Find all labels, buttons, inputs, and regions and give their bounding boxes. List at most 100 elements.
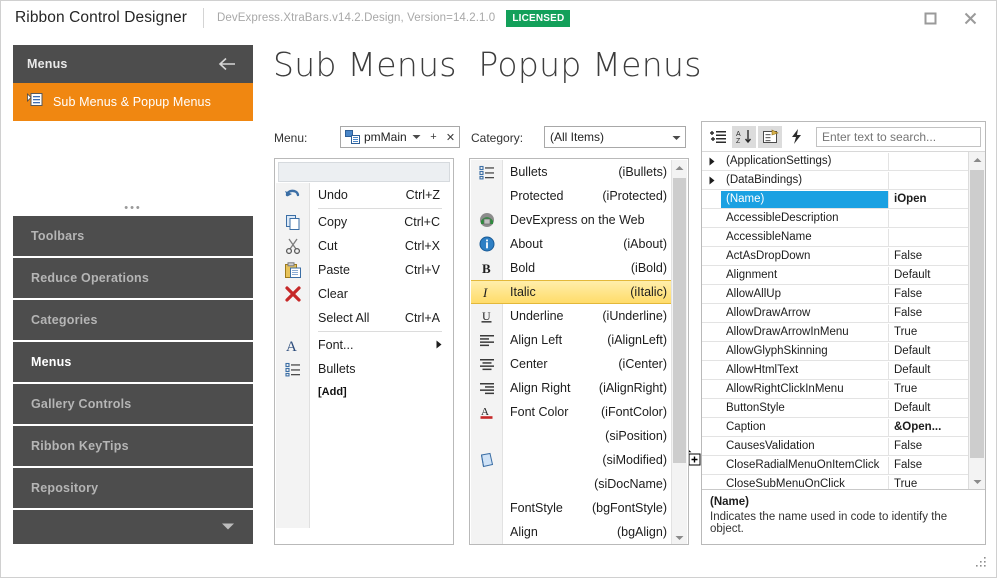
list-item[interactable]: Bullets (iBullets) [471, 160, 674, 184]
list-item[interactable]: About (iAbout) [471, 232, 674, 256]
scroll-up-icon[interactable] [672, 160, 687, 175]
property-value[interactable]: iOpen [889, 191, 969, 208]
property-value[interactable]: False [889, 438, 969, 455]
list-item[interactable]: U Underline (iUnderline) [471, 304, 674, 328]
table-row[interactable]: (ApplicationSettings) [702, 152, 969, 171]
sidebar-item-sub-menus-popup-menus[interactable]: Sub Menus & Popup Menus [13, 83, 253, 121]
menu-preview-panel[interactable]: Undo Ctrl+Z Copy Ctrl+C Cut Ctrl+X Paste Ctrl+V… [274, 158, 701, 545]
close-icon[interactable] [950, 3, 990, 33]
menu-preview-item[interactable]: Cut Ctrl+X [276, 234, 452, 258]
chevron-down-icon[interactable] [408, 131, 425, 143]
search-input[interactable] [816, 126, 981, 147]
menu-preview-item[interactable]: A Font... [276, 333, 452, 357]
add-menu-button[interactable]: + [425, 131, 442, 143]
list-item[interactable]: I Italic (iItalic) [471, 280, 674, 304]
list-item[interactable]: FontStyle (bgFontStyle) [471, 496, 674, 520]
remove-menu-button[interactable]: ✕ [442, 131, 459, 144]
list-item[interactable]: Align (bgAlign) [471, 520, 674, 544]
resize-grip-icon[interactable] [973, 554, 989, 570]
menu-combo[interactable]: pmMain + ✕ [340, 126, 460, 148]
expand-arrow-icon[interactable] [702, 176, 721, 185]
menu-preview-item[interactable]: Bullets [276, 357, 452, 381]
table-row[interactable]: CloseSubMenuOnClick True [702, 475, 969, 490]
property-value[interactable]: False [889, 248, 969, 265]
items-list-scrollbar[interactable] [671, 160, 687, 544]
scrollbar-thumb[interactable] [673, 178, 686, 463]
table-row[interactable]: AllowDrawArrowInMenu True [702, 323, 969, 342]
table-row[interactable]: Caption &Open... [702, 418, 969, 437]
properties-icon[interactable] [758, 125, 782, 148]
menu-preview-item-label: Font... [318, 338, 354, 352]
events-lightning-icon[interactable] [784, 126, 808, 148]
list-item[interactable]: Align Left (iAlignLeft) [471, 328, 674, 352]
table-row[interactable]: (DataBindings) [702, 171, 969, 190]
categorized-icon[interactable] [706, 126, 730, 148]
menu-preview-item[interactable]: Copy Ctrl+C [276, 210, 452, 234]
menu-preview-item[interactable]: Undo Ctrl+Z [276, 183, 452, 207]
table-row[interactable]: AllowHtmlText Default [702, 361, 969, 380]
table-row[interactable]: AllowRightClickInMenu True [702, 380, 969, 399]
sidebar-band-categories[interactable]: Categories [13, 300, 253, 342]
property-value[interactable]: Default [889, 362, 969, 379]
table-row[interactable]: CloseRadialMenuOnItemClick False [702, 456, 969, 475]
scroll-up-icon[interactable] [969, 152, 985, 167]
align-right-icon [471, 381, 502, 395]
property-value[interactable] [889, 172, 969, 189]
table-row[interactable]: Alignment Default [702, 266, 969, 285]
chevron-down-icon[interactable] [667, 128, 685, 146]
scroll-down-icon[interactable] [672, 530, 687, 544]
list-item[interactable]: B Bold (iBold) [471, 256, 674, 280]
menu-add-placeholder[interactable]: [Add] [276, 381, 452, 403]
list-item[interactable]: (siModified) [471, 448, 674, 472]
property-value[interactable]: &Open... [889, 419, 969, 436]
scrollbar-thumb[interactable] [970, 170, 984, 458]
sidebar-band-repository[interactable]: Repository [13, 468, 253, 510]
maximize-icon[interactable] [910, 3, 950, 33]
property-value[interactable]: True [889, 381, 969, 398]
expand-arrow-icon[interactable] [702, 157, 721, 166]
sidebar-band-menus[interactable]: Menus [13, 342, 253, 384]
property-value[interactable]: Default [889, 400, 969, 417]
list-item[interactable]: Center (iCenter) [471, 352, 674, 376]
property-value[interactable]: True [889, 324, 969, 341]
property-value[interactable] [889, 210, 969, 227]
items-list-panel[interactable]: Bullets (iBullets) Protected (iProtected) De… [469, 158, 689, 545]
list-item[interactable]: Protected (iProtected) [471, 184, 674, 208]
table-row[interactable]: AllowGlyphSkinning Default [702, 342, 969, 361]
property-value[interactable]: Default [889, 267, 969, 284]
property-value[interactable]: False [889, 457, 969, 474]
list-item[interactable]: (siDocName) [471, 472, 674, 496]
menu-preview-item[interactable]: Select All Ctrl+A [276, 306, 452, 330]
property-value[interactable]: Default [889, 343, 969, 360]
property-value[interactable]: False [889, 286, 969, 303]
property-value[interactable] [889, 153, 969, 170]
property-value[interactable]: True [889, 476, 969, 490]
property-grid-scrollbar[interactable] [968, 152, 985, 489]
scroll-down-icon[interactable] [969, 474, 985, 489]
back-arrow-icon[interactable] [217, 57, 237, 71]
property-value[interactable]: False [889, 305, 969, 322]
menu-preview-item-shortcut: Ctrl+X [404, 239, 440, 253]
menu-preview-item[interactable]: Clear [276, 282, 452, 306]
property-value[interactable] [889, 229, 969, 246]
table-row[interactable]: ButtonStyle Default [702, 399, 969, 418]
sidebar-band-toolbars[interactable]: Toolbars [13, 216, 253, 258]
sidebar-band-gallery-controls[interactable]: Gallery Controls [13, 384, 253, 426]
table-row[interactable]: AllowDrawArrow False [702, 304, 969, 323]
list-item[interactable]: A Font Color (iFontColor) [471, 400, 674, 424]
table-row[interactable]: ActAsDropDown False [702, 247, 969, 266]
category-combo[interactable]: (All Items) [544, 126, 686, 148]
sidebar-scroll-down-button[interactable] [13, 510, 253, 544]
table-row[interactable]: CausesValidation False [702, 437, 969, 456]
list-item[interactable]: Align Right (iAlignRight) [471, 376, 674, 400]
table-row[interactable]: AccessibleDescription [702, 209, 969, 228]
table-row[interactable]: AccessibleName [702, 228, 969, 247]
sort-alphabetical-icon[interactable]: A Z [732, 125, 756, 148]
table-row[interactable]: (Name) iOpen [702, 190, 969, 209]
list-item[interactable]: DevExpress on the Web [471, 208, 674, 232]
sidebar-band-ribbon-keytips[interactable]: Ribbon KeyTips [13, 426, 253, 468]
menu-preview-item[interactable]: Paste Ctrl+V [276, 258, 452, 282]
list-item[interactable]: (siPosition) [471, 424, 674, 448]
sidebar-band-reduce-operations[interactable]: Reduce Operations [13, 258, 253, 300]
table-row[interactable]: AllowAllUp False [702, 285, 969, 304]
